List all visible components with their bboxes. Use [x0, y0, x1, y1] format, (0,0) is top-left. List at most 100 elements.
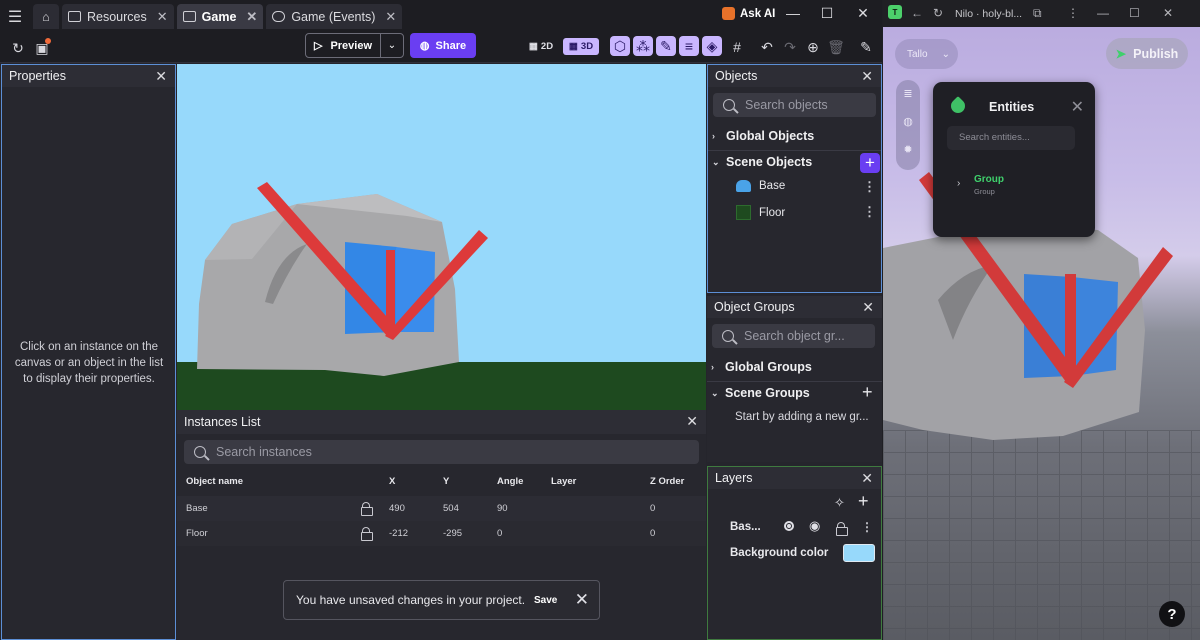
column-header-x[interactable]: X — [389, 476, 395, 487]
entities-search-input[interactable]: Search entities... — [947, 126, 1075, 150]
close-panel-icon[interactable]: ✕ — [862, 299, 874, 316]
column-header-name[interactable]: Object name — [186, 476, 243, 487]
preview-button[interactable]: ▷ Preview ⌄ — [305, 33, 404, 58]
more-options-icon[interactable]: ⋮ — [863, 179, 876, 195]
column-header-z-order[interactable]: Z Order — [650, 476, 684, 487]
grid-icon: ▦ — [528, 41, 538, 52]
more-options-icon[interactable]: ⋮ — [861, 520, 873, 534]
column-header-y[interactable]: Y — [443, 476, 449, 487]
tab-game[interactable]: Game ✕ — [176, 4, 264, 29]
add-layer-icon[interactable]: + — [858, 491, 869, 512]
toast-save-button[interactable]: Save — [534, 595, 557, 606]
close-tab-icon[interactable]: ✕ — [246, 9, 257, 25]
globe-icon: ◍ — [419, 40, 430, 52]
entity-row[interactable]: › Group Group — [947, 167, 1081, 203]
close-panel-icon[interactable]: ✕ — [686, 413, 698, 430]
hamburger-menu-icon[interactable]: ☰ — [0, 0, 30, 33]
nilo-browser-window: T ← ↻ Nilo · holy-bl... ⧉ ⋮ — ☐ ✕ Tallo … — [883, 0, 1200, 640]
cube-icon[interactable]: ⬡ — [610, 36, 630, 56]
list-icon[interactable]: ≣ — [902, 88, 914, 100]
column-header-angle[interactable]: Angle — [497, 476, 523, 487]
globe-icon[interactable]: ◍ — [902, 116, 914, 128]
delete-icon[interactable]: 🗑 — [825, 36, 847, 58]
minimize-icon[interactable]: — — [776, 0, 810, 26]
objects-icon[interactable]: ⁂ — [633, 36, 653, 56]
add-object-button[interactable]: + — [860, 153, 880, 173]
mode-2d-button[interactable]: ▦ 2D — [524, 38, 558, 55]
project-name: Tallo — [907, 48, 928, 60]
global-groups-folder[interactable]: › Global Groups — [711, 360, 812, 374]
redo-icon[interactable]: ↷ — [779, 36, 801, 58]
instances-search-input[interactable]: Search instances — [184, 440, 699, 464]
radio-selected-icon[interactable] — [784, 521, 794, 531]
pencil-icon[interactable]: ✎ — [656, 36, 676, 56]
search-icon — [722, 330, 734, 342]
visibility-eye-icon[interactable]: ◉ — [809, 518, 820, 534]
search-placeholder: Search object gr... — [744, 329, 845, 343]
tab-home[interactable]: ⌂ — [33, 4, 59, 29]
background-color-swatch[interactable] — [843, 544, 875, 562]
history-icon[interactable]: ↻ — [7, 37, 29, 59]
share-button[interactable]: ◍ Share — [410, 33, 476, 58]
layers-header: Layers ✕ — [708, 467, 881, 489]
tab-resources[interactable]: Resources ✕ — [62, 4, 174, 29]
undo-icon[interactable]: ↶ — [756, 36, 778, 58]
divider — [708, 150, 881, 151]
unlock-icon[interactable] — [361, 502, 373, 516]
table-row[interactable]: Base 490 504 90 0 — [177, 496, 706, 521]
grid-toggle-icon[interactable]: # — [726, 36, 748, 58]
edit-scene-icon[interactable]: ✎ — [855, 36, 877, 58]
search-placeholder: Search instances — [216, 445, 312, 459]
tab-label: Game — [201, 9, 237, 24]
list-item-base[interactable]: Base — [736, 180, 785, 192]
zoom-icon[interactable]: ⊕ — [802, 36, 824, 58]
preview-label: Preview — [330, 39, 373, 52]
object-list-icon[interactable]: ≡ — [679, 36, 699, 56]
tab-game-events[interactable]: Game (Events) ✕ — [266, 4, 403, 29]
preview-main[interactable]: ▷ Preview — [306, 34, 381, 57]
close-window-icon[interactable]: ✕ — [846, 0, 880, 26]
close-panel-icon[interactable]: ✕ — [155, 68, 167, 85]
unlock-icon[interactable] — [836, 522, 848, 536]
pin-icon[interactable] — [948, 96, 968, 116]
more-options-icon[interactable]: ⋮ — [863, 204, 876, 220]
chevron-right-icon: › — [711, 362, 714, 372]
divider — [707, 381, 882, 382]
close-toast-icon[interactable]: ✕ — [575, 590, 589, 610]
close-panel-icon[interactable]: ✕ — [861, 470, 873, 487]
panel-title: Object Groups — [714, 300, 795, 314]
mode-3d-button[interactable]: ▦ 3D — [563, 38, 599, 55]
list-item-floor[interactable]: Floor — [736, 205, 785, 220]
chevron-right-icon[interactable]: › — [957, 178, 960, 189]
scene-canvas[interactable] — [177, 64, 706, 410]
column-header-layer[interactable]: Layer — [551, 476, 576, 487]
background-color-label: Background color — [730, 547, 829, 559]
layers-icon[interactable]: ◈ — [702, 36, 722, 56]
maximize-icon[interactable]: ☐ — [810, 0, 844, 26]
groups-search-input[interactable]: Search object gr... — [712, 324, 875, 348]
close-tab-icon[interactable]: ✕ — [385, 9, 396, 25]
global-objects-folder[interactable]: › Global Objects — [712, 129, 814, 143]
unlock-icon[interactable] — [361, 527, 373, 541]
folder-label: Scene Objects — [726, 155, 813, 169]
close-tab-icon[interactable]: ✕ — [157, 9, 168, 25]
ask-ai-icon — [722, 7, 735, 20]
scene-3d-render — [197, 182, 488, 376]
add-group-icon[interactable]: + — [862, 382, 873, 403]
project-switcher[interactable]: Tallo ⌄ — [895, 39, 958, 69]
unsaved-dot — [45, 38, 51, 44]
help-button[interactable]: ? — [1159, 601, 1185, 627]
scene-groups-folder[interactable]: ⌄ Scene Groups — [711, 386, 810, 400]
cell-name: Floor — [186, 528, 208, 539]
objects-search-input[interactable]: Search objects — [713, 93, 876, 117]
scene-objects-folder[interactable]: ⌄ Scene Objects — [712, 155, 812, 169]
chevron-down-icon[interactable]: ⌄ — [381, 40, 403, 51]
ask-ai-button[interactable]: Ask AI — [722, 7, 775, 20]
settings-gear-icon[interactable]: ✹ — [902, 144, 914, 156]
lightbulb-icon[interactable]: ✧ — [834, 495, 845, 511]
close-panel-icon[interactable]: ✕ — [1071, 97, 1084, 117]
close-panel-icon[interactable]: ✕ — [861, 68, 873, 85]
publish-button[interactable]: ➤ Publish — [1106, 38, 1188, 69]
base-layer-label[interactable]: Bas... — [730, 521, 761, 533]
table-row[interactable]: Floor -212 -295 0 0 — [177, 521, 706, 546]
